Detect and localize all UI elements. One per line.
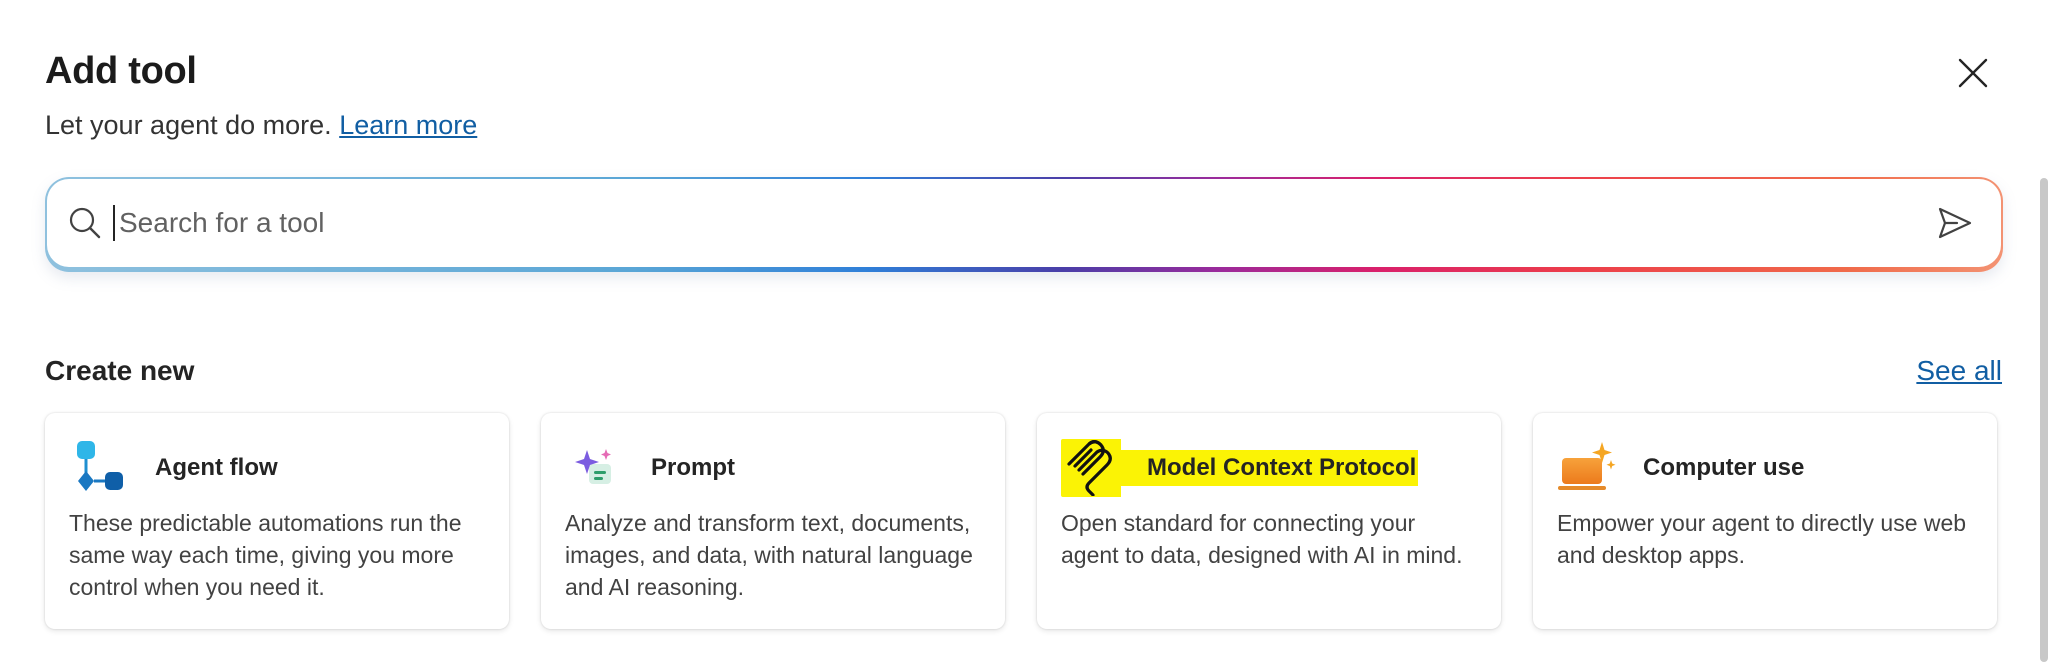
create-new-cards: Agent flow These predictable automations… (45, 413, 1997, 629)
search-inner (47, 179, 2001, 267)
search-input[interactable] (113, 205, 1933, 241)
learn-more-link[interactable]: Learn more (339, 110, 477, 140)
dialog-subtitle: Let your agent do more. Learn more (45, 110, 477, 141)
close-icon (1958, 58, 1988, 88)
card-description: Analyze and transform text, documents, i… (565, 510, 973, 600)
card-description: Open standard for connecting your agent … (1061, 510, 1463, 568)
create-new-heading: Create new (45, 355, 195, 386)
card-title: Prompt (651, 454, 735, 481)
send-icon (1938, 207, 1972, 239)
subtitle-text: Let your agent do more. (45, 110, 332, 140)
scrollbar[interactable] (2040, 178, 2048, 662)
card-header: Prompt (565, 439, 981, 497)
card-agent-flow[interactable]: Agent flow These predictable automations… (45, 413, 509, 629)
card-description: These predictable automations run the sa… (69, 510, 462, 600)
card-prompt[interactable]: Prompt Analyze and transform text, docum… (541, 413, 1005, 629)
add-tool-dialog: Add tool Let your agent do more. Learn m… (0, 0, 2048, 662)
card-header: Model Context Protocol (1061, 439, 1477, 497)
search-box (45, 177, 2003, 272)
card-title: Computer use (1643, 454, 1805, 481)
send-button[interactable] (1933, 201, 1977, 245)
search-icon (67, 205, 103, 241)
card-title: Agent flow (155, 454, 278, 481)
card-computer-use[interactable]: Computer use Empower your agent to direc… (1533, 413, 1997, 629)
prompt-icon (565, 439, 625, 497)
computer-use-icon (1557, 439, 1617, 497)
close-button[interactable] (1952, 52, 1994, 94)
agent-flow-icon (69, 439, 129, 497)
model-context-protocol-icon (1061, 439, 1121, 497)
see-all-link[interactable]: See all (1916, 355, 2002, 387)
card-header: Computer use (1557, 439, 1973, 497)
card-title: Model Context Protocol (1117, 450, 1419, 486)
card-header: Agent flow (69, 439, 485, 497)
dialog-title: Add tool (45, 50, 197, 92)
card-description: Empower your agent to directly use web a… (1557, 510, 1967, 568)
card-model-context-protocol[interactable]: Model Context Protocol Open standard for… (1037, 413, 1501, 629)
